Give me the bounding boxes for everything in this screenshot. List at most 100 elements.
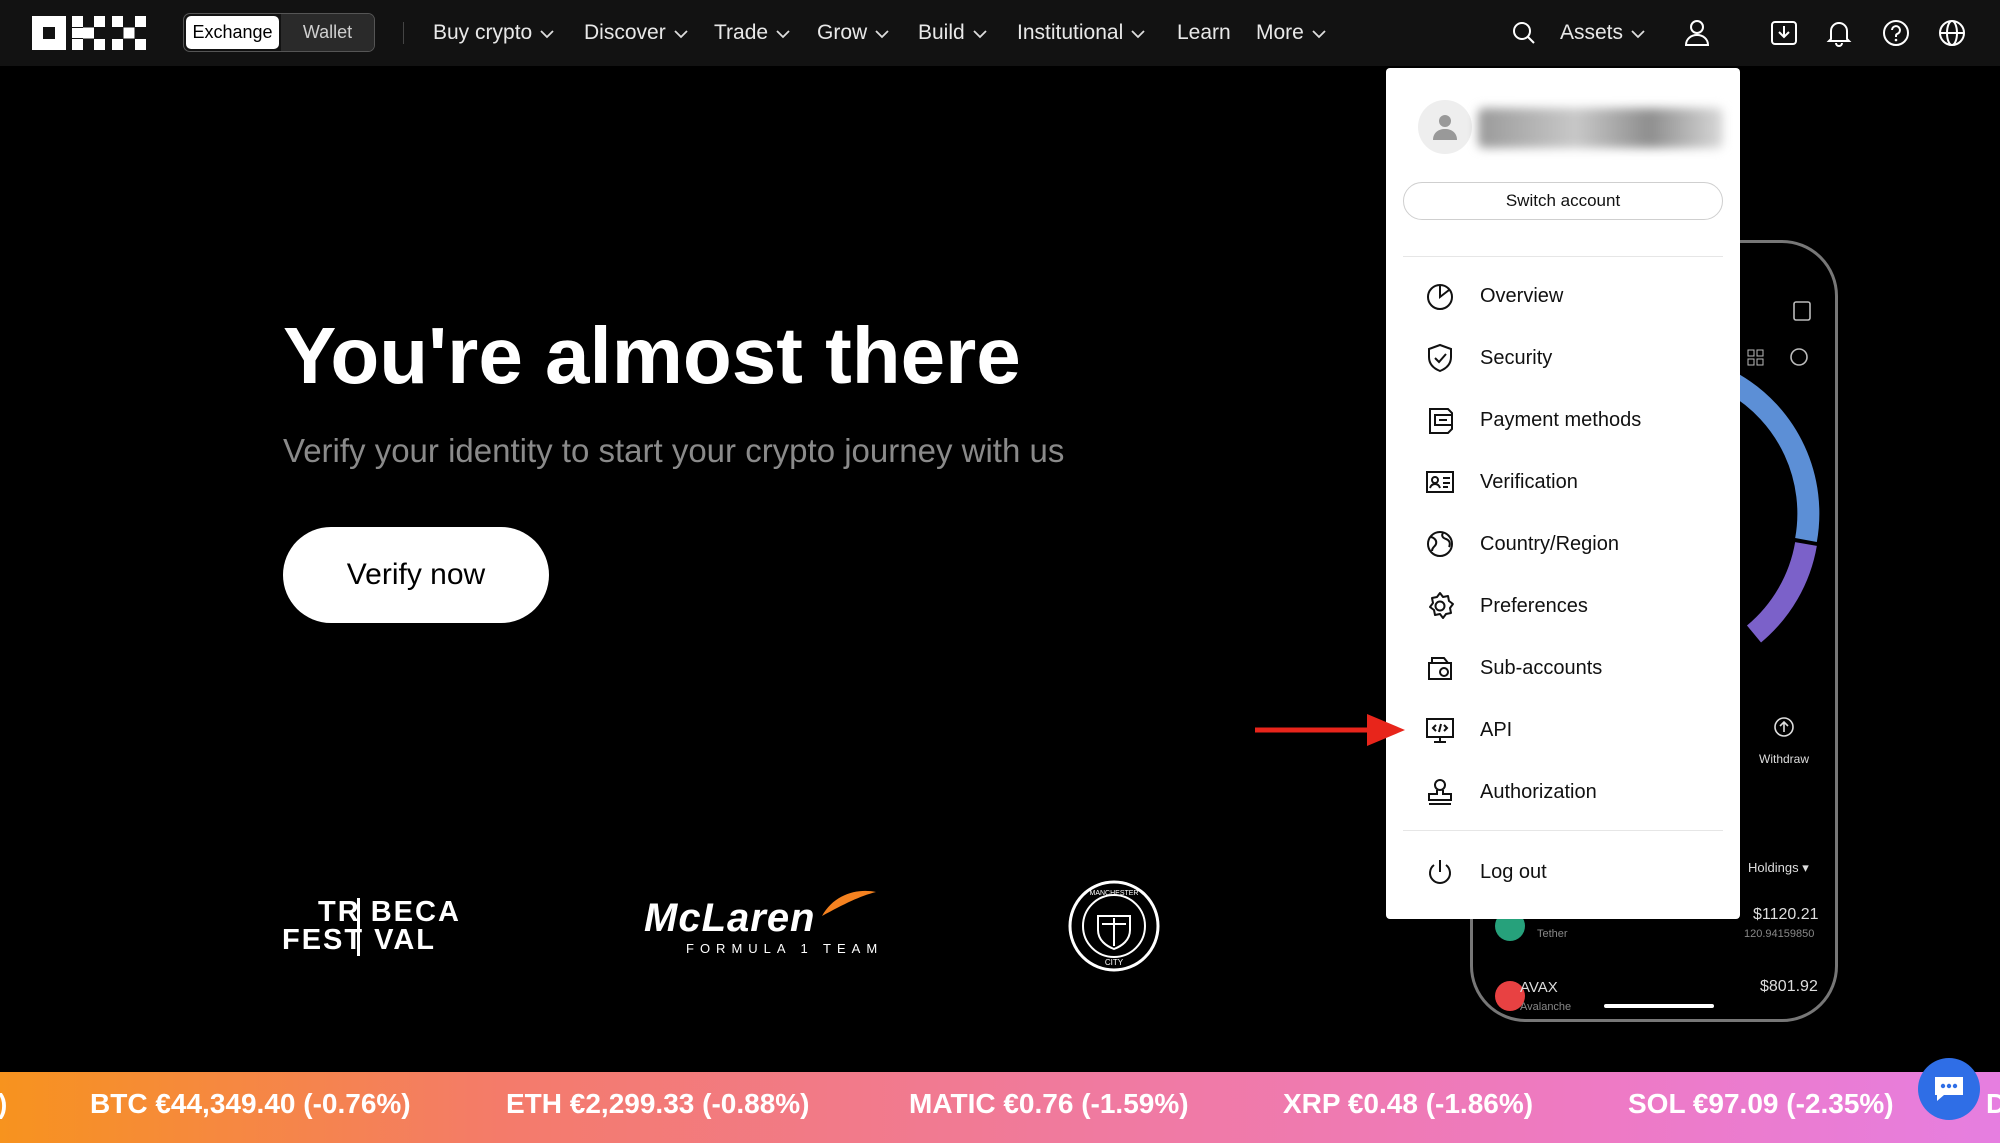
phone-row-name: AVAX (1520, 979, 1558, 996)
menu-item-authorization[interactable]: Authorization (1424, 768, 1724, 816)
menu-item-label: Log out (1480, 860, 1547, 883)
chevron-down-icon (540, 21, 554, 45)
account-header (1418, 98, 1723, 158)
phone-row-sub: Tether (1537, 928, 1568, 940)
verify-now-button[interactable]: Verify now (283, 527, 549, 623)
nav-label: Build (918, 21, 965, 44)
mclaren-subtitle: FORMULA 1 TEAM (686, 941, 884, 956)
grid-icon (1747, 349, 1764, 366)
menu-item-label: Payment methods (1480, 408, 1642, 431)
nav-label: Discover (584, 21, 666, 44)
chevron-down-icon (973, 21, 987, 45)
nav-trade[interactable]: Trade (714, 0, 790, 66)
phone-row-value: $801.92 (1760, 978, 1818, 995)
id-card-icon (1424, 466, 1456, 498)
nav-label: Grow (817, 21, 868, 44)
phone-row-amount: 120.94159850 (1744, 928, 1815, 940)
exchange-tab[interactable]: Exchange (186, 16, 279, 49)
assets-label: Assets (1560, 21, 1624, 44)
menu-item-preferences[interactable]: Preferences (1424, 582, 1724, 630)
menu-item-label: Authorization (1480, 780, 1597, 803)
wallet-card-icon (1424, 404, 1456, 436)
mclaren-wordmark: McLaren (644, 896, 816, 940)
sub-accounts-icon (1424, 652, 1456, 684)
phone-withdraw-label: Withdraw (1759, 752, 1810, 766)
page-subtitle: Verify your identity to start your crypt… (283, 432, 1065, 469)
assets-menu[interactable]: Assets (1560, 0, 1645, 66)
nav-build[interactable]: Build (918, 0, 987, 66)
history-icon (1793, 301, 1811, 321)
menu-item-verification[interactable]: Verification (1424, 458, 1724, 506)
menu-item-overview[interactable]: Overview (1424, 272, 1724, 320)
menu-item-country-region[interactable]: Country/Region (1424, 520, 1724, 568)
chevron-down-icon (1131, 21, 1145, 45)
ticker-item-eth[interactable]: ETH €2,299.33 (-0.88%) (506, 1088, 810, 1120)
phone-row-sub: Avalanche (1520, 1001, 1572, 1013)
ticker-item[interactable]: D (1986, 1088, 2000, 1120)
user-avatar-icon (1433, 115, 1457, 140)
pie-chart-icon (1424, 280, 1456, 312)
nav-buy-crypto[interactable]: Buy crypto (433, 0, 554, 66)
nav-label: Institutional (1017, 21, 1124, 44)
menu-divider (1403, 256, 1723, 257)
menu-item-label: Overview (1480, 284, 1564, 307)
wallet-tab[interactable]: Wallet (281, 14, 374, 51)
home-indicator (1604, 1004, 1714, 1008)
user-icon[interactable] (1680, 16, 1714, 50)
ticker-item[interactable]: ) (0, 1088, 7, 1120)
nav-label: Trade (714, 21, 769, 44)
ticker-item-xrp[interactable]: XRP €0.48 (-1.86%) (1283, 1088, 1533, 1120)
chat-bubble-icon (1935, 1077, 1963, 1101)
chevron-down-icon (674, 21, 688, 45)
mclaren-logo: McLaren FORMULA 1 TEAM (644, 890, 884, 956)
menu-item-log-out[interactable]: Log out (1424, 848, 1724, 896)
nav-more[interactable]: More (1256, 0, 1326, 66)
download-icon[interactable] (1767, 16, 1801, 50)
account-dropdown-menu: Switch account Overview Security Payment… (1386, 68, 1740, 919)
chevron-down-icon (875, 21, 889, 45)
mancity-bottom-text: CITY (1105, 958, 1124, 967)
ticker-item-sol[interactable]: SOL €97.09 (-2.35%) (1628, 1088, 1894, 1120)
chevron-down-icon (1631, 21, 1645, 45)
shield-icon (1424, 342, 1456, 374)
nav-label: Learn (1177, 21, 1231, 44)
tribeca-line-2: FEST VAL (282, 924, 437, 956)
tribeca-line-1: TR BECA (318, 896, 461, 928)
menu-item-sub-accounts[interactable]: Sub-accounts (1424, 644, 1724, 692)
search-icon[interactable] (1507, 16, 1541, 50)
ring-segment-purple (1746, 541, 1817, 643)
ticker-item-btc[interactable]: BTC €44,349.40 (-0.76%) (90, 1088, 411, 1120)
tribeca-bar (357, 898, 360, 956)
power-icon (1424, 856, 1456, 888)
menu-item-label: Preferences (1480, 594, 1588, 617)
chat-support-button[interactable] (1918, 1058, 1980, 1120)
menu-item-api[interactable]: API (1424, 706, 1724, 754)
okx-logo[interactable] (32, 16, 146, 55)
switch-account-button[interactable]: Switch account (1403, 182, 1723, 220)
nav-divider (403, 22, 404, 44)
menu-item-security[interactable]: Security (1424, 334, 1724, 382)
nav-grow[interactable]: Grow (817, 0, 889, 66)
bell-icon[interactable] (1822, 16, 1856, 50)
ring-segment-blue (1728, 374, 1820, 542)
menu-divider (1403, 830, 1723, 831)
phone-row-value: $1120.21 (1753, 906, 1819, 923)
stamp-icon (1424, 776, 1456, 808)
menu-item-label: API (1480, 718, 1513, 741)
globe-icon[interactable] (1935, 16, 1969, 50)
help-icon[interactable] (1879, 16, 1913, 50)
api-icon (1424, 714, 1456, 746)
mclaren-swoosh-icon (822, 890, 876, 916)
nav-learn[interactable]: Learn (1177, 0, 1231, 66)
nav-label: More (1256, 21, 1304, 44)
tribeca-festival-logo: TR BECA FEST VAL (282, 896, 461, 956)
globe-region-icon (1424, 528, 1456, 560)
menu-item-payment-methods[interactable]: Payment methods (1424, 396, 1724, 444)
ticker-item-matic[interactable]: MATIC €0.76 (-1.59%) (909, 1088, 1189, 1120)
nav-institutional[interactable]: Institutional (1017, 0, 1145, 66)
menu-item-label: Country/Region (1480, 532, 1619, 555)
avatar (1418, 100, 1472, 154)
nav-discover[interactable]: Discover (584, 0, 688, 66)
menu-item-label: Sub-accounts (1480, 656, 1603, 679)
mancity-top-text: MANCHESTER (1089, 890, 1138, 897)
